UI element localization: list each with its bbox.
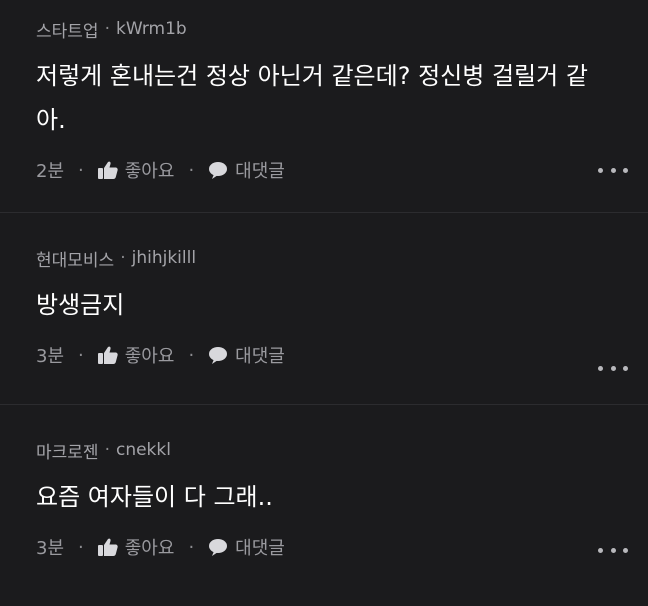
more-dots-icon bbox=[598, 167, 603, 173]
comment-item: 현대모비스 · jhihjkilll 방생금지 3분 · 좋아요 · 대댓글 bbox=[0, 213, 648, 405]
comment-text-line: 요즘 여자들이 다 그래.. bbox=[36, 483, 273, 511]
more-dots-icon bbox=[610, 167, 616, 173]
comment-time: 2분 bbox=[36, 161, 65, 182]
comment-actions: 2분 · 좋아요 · 대댓글 bbox=[36, 156, 648, 184]
like-button[interactable]: 좋아요 bbox=[97, 157, 175, 183]
more-dots-icon bbox=[598, 365, 603, 371]
comment-meta: 스타트업 · kWrm1b bbox=[36, 16, 648, 42]
more-dots-icon bbox=[598, 547, 603, 553]
reply-label: 대댓글 bbox=[235, 538, 285, 559]
reply-label: 대댓글 bbox=[235, 346, 285, 367]
comment-actions: 3분 · 좋아요 · 대댓글 bbox=[36, 533, 648, 561]
like-label: 좋아요 bbox=[124, 346, 175, 367]
author-company[interactable]: 마크로젠 bbox=[36, 438, 99, 463]
comment-meta: 현대모비스 · jhihjkilll bbox=[36, 245, 648, 271]
action-separator: · bbox=[188, 159, 195, 181]
author-nickname[interactable]: cnekkl bbox=[116, 440, 171, 460]
action-separator: · bbox=[78, 344, 84, 366]
like-label: 좋아요 bbox=[124, 538, 175, 559]
comment-text-line: 저렇게 혼내는건 정상 아닌거 같은데? 정신병 걸릴거 같 bbox=[36, 62, 588, 90]
more-dots-icon bbox=[623, 365, 628, 371]
like-button[interactable]: 좋아요 bbox=[97, 342, 175, 368]
more-dots-icon bbox=[610, 547, 616, 553]
action-separator: · bbox=[78, 536, 84, 558]
meta-separator: · bbox=[120, 248, 126, 268]
comment-time: 3분 bbox=[36, 346, 65, 367]
comment-item: 마크로젠 · cnekkl 요즘 여자들이 다 그래.. 3분 · 좋아요 · … bbox=[0, 405, 648, 606]
thumbs-up-icon bbox=[97, 161, 118, 179]
comment-item: 스타트업 · kWrm1b 저렇게 혼내는건 정상 아닌거 같은데? 정신병 걸… bbox=[0, 0, 648, 213]
more-dots-icon bbox=[623, 167, 628, 173]
more-options-button[interactable] bbox=[598, 363, 628, 373]
more-dots-icon bbox=[610, 365, 616, 371]
speech-bubble-icon bbox=[209, 347, 228, 364]
author-company[interactable]: 스타트업 bbox=[36, 17, 99, 42]
more-dots-icon bbox=[623, 547, 628, 553]
comment-text: 저렇게 혼내는건 정상 아닌거 같은데? 정신병 걸릴거 같 아. bbox=[36, 54, 616, 142]
comment-time: 3분 bbox=[36, 538, 65, 559]
reply-button[interactable]: 대댓글 bbox=[208, 342, 285, 368]
speech-bubble-icon bbox=[209, 539, 228, 556]
more-options-button[interactable] bbox=[598, 165, 628, 175]
thumbs-up-icon bbox=[97, 538, 118, 556]
comment-text: 방생금지 bbox=[36, 283, 616, 327]
comment-text-line: 방생금지 bbox=[36, 291, 125, 319]
action-separator: · bbox=[188, 344, 195, 366]
comment-text: 요즘 여자들이 다 그래.. bbox=[36, 475, 616, 519]
comment-text-line: 아. bbox=[36, 106, 66, 134]
reply-label: 대댓글 bbox=[235, 161, 285, 182]
comment-meta: 마크로젠 · cnekkl bbox=[36, 437, 648, 463]
meta-separator: · bbox=[104, 19, 110, 39]
author-nickname[interactable]: kWrm1b bbox=[116, 19, 187, 39]
author-nickname[interactable]: jhihjkilll bbox=[132, 248, 196, 268]
like-label: 좋아요 bbox=[124, 161, 175, 182]
author-company[interactable]: 현대모비스 bbox=[36, 246, 114, 271]
action-separator: · bbox=[78, 159, 84, 181]
comment-actions: 3분 · 좋아요 · 대댓글 bbox=[36, 341, 648, 369]
thumbs-up-icon bbox=[97, 346, 118, 364]
speech-bubble-icon bbox=[209, 162, 228, 179]
more-options-button[interactable] bbox=[598, 545, 628, 555]
reply-button[interactable]: 대댓글 bbox=[208, 157, 285, 183]
meta-separator: · bbox=[104, 440, 110, 460]
reply-button[interactable]: 대댓글 bbox=[208, 534, 285, 560]
like-button[interactable]: 좋아요 bbox=[97, 534, 175, 560]
action-separator: · bbox=[188, 536, 195, 558]
